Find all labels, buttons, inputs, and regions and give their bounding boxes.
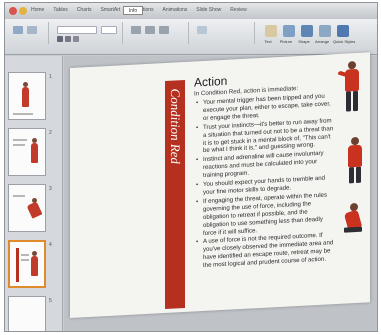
- tab-home[interactable]: Home: [31, 7, 44, 13]
- slide-thumbnail[interactable]: [8, 128, 46, 176]
- picture-label: Picture: [279, 39, 293, 44]
- layout-icon[interactable]: [27, 26, 37, 34]
- red-band-icon: [16, 248, 19, 282]
- slide-thumbnail-selected[interactable]: [8, 240, 46, 288]
- bullet-item: A use of force is not the required outco…: [196, 232, 334, 271]
- tab-charts[interactable]: Charts: [77, 7, 92, 13]
- slide-number: 4: [49, 242, 52, 248]
- bullet-list[interactable]: Your mental trigger has been tripped and…: [196, 92, 334, 271]
- tab-review[interactable]: Review: [230, 7, 246, 13]
- font-family-select[interactable]: [57, 26, 97, 34]
- italic-icon[interactable]: [65, 36, 71, 42]
- slide-number: 3: [49, 186, 52, 192]
- text-box-icon[interactable]: [265, 25, 277, 37]
- ribbon-group-paragraph: [127, 22, 189, 44]
- ribbon-group-slides: [9, 22, 49, 44]
- document-tab[interactable]: Info: [123, 6, 143, 15]
- title-bar: Home Tables Charts SmartArt Transitions …: [5, 3, 377, 19]
- figure-leg: [346, 91, 351, 112]
- figure-leg: [349, 167, 354, 184]
- slide-thumbnail[interactable]: [8, 296, 46, 331]
- slide-number: 2: [49, 130, 52, 136]
- text-line: [21, 259, 29, 261]
- presentation-app-window: Home Tables Charts SmartArt Transitions …: [4, 2, 378, 332]
- arrange-icon[interactable]: [319, 25, 331, 37]
- tab-animations[interactable]: Animations: [163, 7, 188, 13]
- figure-leg: [356, 166, 361, 184]
- figure-icon: [22, 87, 29, 107]
- text-line: [13, 144, 25, 146]
- figure-icon: [26, 201, 43, 219]
- text-box-label: Text: [264, 39, 272, 44]
- slide-thumbnail[interactable]: [8, 72, 46, 120]
- figure-icon: [31, 256, 38, 276]
- numbering-icon[interactable]: [145, 26, 155, 34]
- ribbon-toolbar: Text Picture Shape Arrange Quick Styles: [5, 19, 377, 55]
- tab-slide-show[interactable]: Slide Show: [196, 7, 221, 13]
- bullet-item: If engaging the threat, operate within t…: [196, 191, 334, 238]
- tab-smartart[interactable]: SmartArt: [101, 7, 121, 13]
- picture-icon[interactable]: [283, 25, 295, 37]
- slide-canvas[interactable]: Condition Red Action In Condition Red, a…: [64, 52, 377, 331]
- figure-body: [348, 144, 362, 168]
- text-line: [21, 254, 29, 256]
- condition-title[interactable]: Condition Red: [165, 80, 185, 261]
- align-icon[interactable]: [159, 26, 169, 34]
- ribbon-format-labels: Text Picture Shape Arrange Quick Styles: [261, 39, 356, 44]
- minimize-window-icon[interactable]: [19, 7, 27, 15]
- ribbon-group-insert: [193, 22, 255, 44]
- text-line: [13, 139, 27, 141]
- font-size-select[interactable]: [101, 26, 117, 34]
- bold-icon[interactable]: [57, 36, 63, 42]
- quick-styles-icon[interactable]: [337, 25, 349, 37]
- shape-icon[interactable]: [301, 25, 313, 37]
- arrange-label: Arrange: [315, 39, 330, 44]
- slide-thumbnail[interactable]: [8, 184, 46, 232]
- slide-number: 1: [49, 74, 52, 80]
- text-line: [13, 195, 25, 197]
- insert-icon[interactable]: [197, 26, 207, 34]
- underline-icon[interactable]: [73, 36, 79, 42]
- figure-icon: [31, 143, 38, 163]
- slide-number: 5: [49, 298, 52, 304]
- ribbon-group-font: [53, 22, 123, 44]
- ribbon-format-icons: [265, 25, 349, 37]
- text-line: [13, 113, 33, 115]
- bullets-icon[interactable]: [131, 26, 141, 34]
- figure-body: [345, 68, 359, 92]
- tab-tables[interactable]: Tables: [53, 7, 67, 13]
- close-window-icon[interactable]: [9, 7, 17, 15]
- shape-label: Shape: [298, 39, 310, 44]
- slide[interactable]: Condition Red Action In Condition Red, a…: [70, 52, 370, 318]
- slide-heading[interactable]: Action: [194, 74, 227, 90]
- quick-styles-label: Quick Styles: [333, 39, 356, 44]
- figure-leg: [353, 90, 358, 112]
- figure-leg: [344, 226, 362, 233]
- slide-thumbnail-pane: 1 2 3 4 5: [5, 56, 63, 331]
- new-slide-icon[interactable]: [13, 26, 23, 34]
